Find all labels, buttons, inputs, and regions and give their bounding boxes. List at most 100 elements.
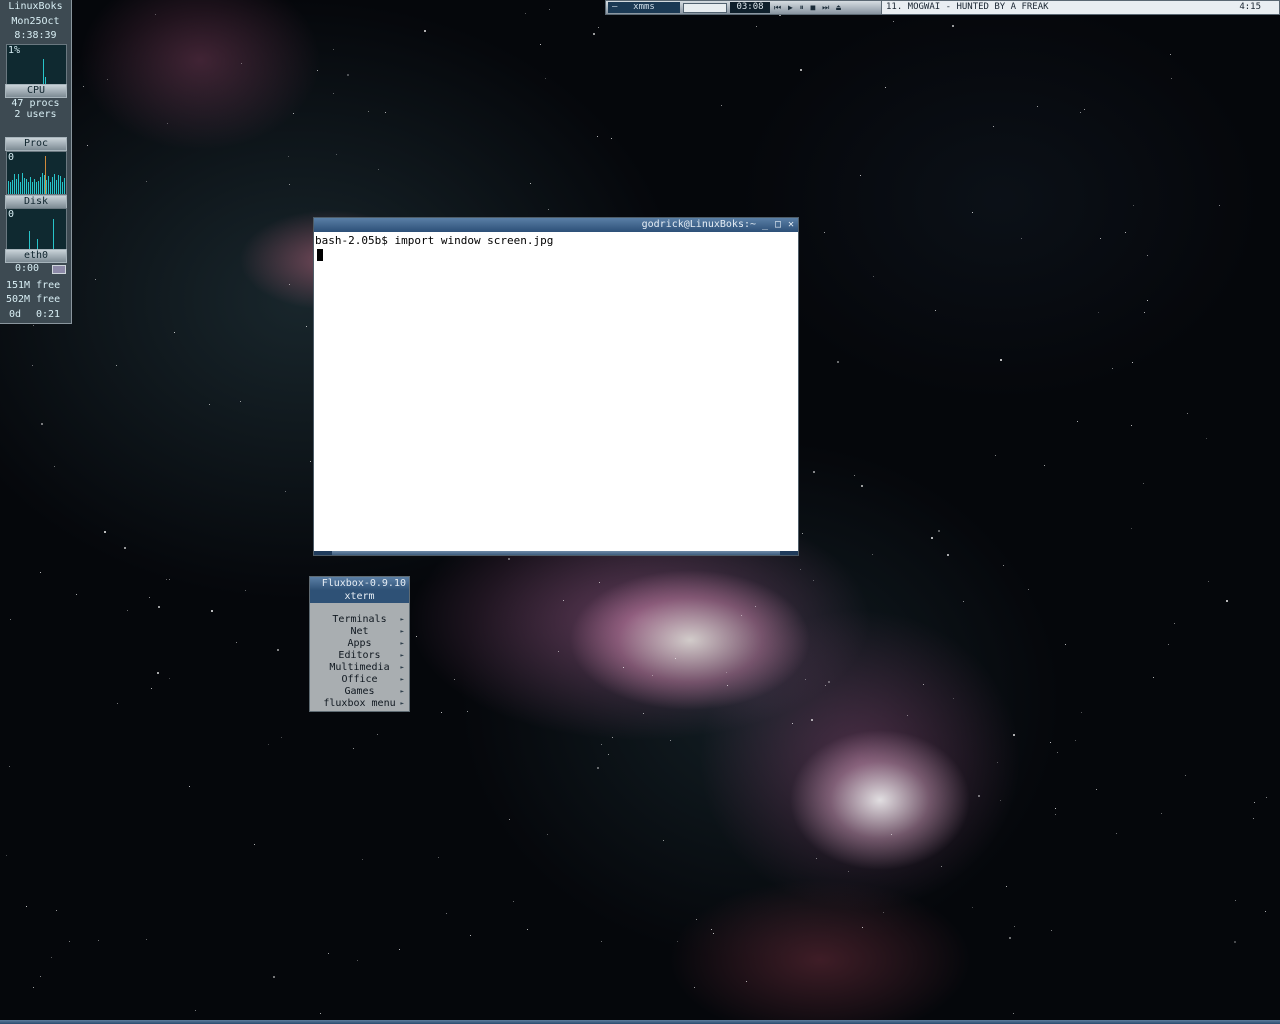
menu-item-label: fluxbox menu [323, 698, 396, 709]
resize-grip-right[interactable] [780, 551, 798, 555]
xterm-window[interactable]: godrick@LinuxBoks:~ _ □ ✕ bash-2.05b$ im… [313, 217, 799, 556]
proc-graph-bar [56, 180, 57, 194]
star [947, 554, 949, 556]
star [1077, 421, 1078, 422]
menu-item-editors[interactable]: Editors ► [310, 650, 409, 662]
menu-item-label: Games [344, 686, 375, 697]
cpu-graph[interactable]: 1% [6, 44, 67, 86]
star [549, 9, 550, 10]
xterm-handle[interactable] [314, 551, 798, 555]
fluxbox-root-menu[interactable]: Fluxbox-0.9.10 xterm Terminals ► Net ► App… [309, 576, 410, 712]
star [378, 169, 379, 170]
star [953, 698, 954, 699]
star [612, 737, 613, 738]
star [972, 907, 973, 908]
star [907, 715, 908, 716]
menu-item-label: Multimedia [329, 662, 390, 673]
proc-graph-bar [18, 174, 19, 194]
menu-item-apps[interactable]: Apps ► [310, 638, 409, 650]
star [83, 86, 84, 87]
star [741, 615, 742, 616]
close-button[interactable]: ✕ [785, 219, 797, 231]
star [800, 569, 801, 570]
star [1021, 238, 1022, 239]
star [1153, 677, 1154, 678]
star [336, 154, 337, 155]
star [289, 284, 290, 285]
star [124, 547, 126, 549]
xmms-transport-controls[interactable]: ⏮ ▶ ⏸ ■ ⏭ ⏏ [774, 1, 879, 14]
terminal-area[interactable]: bash-2.05b$ import window screen.jpg [315, 234, 795, 549]
star [155, 14, 156, 15]
proc-graph[interactable]: 0 [6, 151, 67, 195]
star [1161, 813, 1162, 814]
star [1235, 900, 1236, 901]
star [813, 471, 815, 473]
proc-graph-bar [50, 182, 51, 194]
cpu-label[interactable]: CPU [5, 84, 67, 98]
terminal-cursor [317, 249, 323, 261]
star [608, 754, 609, 755]
disk-graph[interactable]: 0 [6, 208, 67, 250]
star [362, 859, 363, 860]
star [95, 279, 96, 280]
xmms-song-display[interactable]: 11. MOGWAI - HUNTED BY A FREAK 4:15 [881, 0, 1280, 15]
star [320, 1013, 321, 1014]
proc-label[interactable]: Proc [5, 137, 67, 151]
star [1219, 205, 1220, 206]
star [938, 530, 940, 532]
star [416, 636, 417, 637]
star [862, 927, 863, 928]
proc-graph-bar [58, 175, 59, 194]
menu-item-xterm[interactable]: xterm [310, 590, 409, 603]
resize-grip-left[interactable] [314, 551, 332, 555]
star [268, 744, 269, 745]
star [51, 957, 52, 958]
star [548, 209, 549, 210]
star [1253, 818, 1254, 819]
xmms-player[interactable]: — xmms 03:08 ⏮ ▶ ⏸ ■ ⏭ ⏏ [605, 0, 882, 15]
star [236, 642, 237, 643]
star [54, 466, 55, 467]
star [941, 866, 942, 867]
star [825, 685, 826, 686]
menu-item-multimedia[interactable]: Multimedia ► [310, 662, 409, 674]
proc-graph-bar [42, 173, 43, 194]
menu-item-fluxbox-menu[interactable]: fluxbox menu ► [310, 698, 409, 710]
menu-item-terminals[interactable]: Terminals ► [310, 614, 409, 626]
star [540, 44, 541, 45]
star [1187, 413, 1188, 414]
disk-label[interactable]: Disk [5, 195, 67, 209]
net-label[interactable]: eth0 [5, 249, 67, 263]
xmms-titlebar[interactable]: — xmms [608, 2, 680, 13]
minimize-button[interactable]: _ [759, 219, 771, 231]
menu-item-office[interactable]: Office ► [310, 674, 409, 686]
toolbar-strip[interactable] [0, 1020, 1280, 1024]
proc-graph-bar [64, 178, 65, 194]
menu-item-games[interactable]: Games ► [310, 686, 409, 698]
star [117, 703, 118, 704]
proc-graph-bar [26, 179, 27, 194]
xmms-balance-slider[interactable] [683, 3, 727, 13]
menu-item-net[interactable]: Net ► [310, 626, 409, 638]
xmms-elapsed-time: 03:08 [730, 2, 770, 13]
star [883, 912, 884, 913]
submenu-arrow-icon: ► [400, 676, 404, 683]
maximize-button[interactable]: □ [772, 219, 784, 231]
star [385, 112, 386, 113]
star [158, 606, 160, 608]
uptime-time: 0:21 [36, 309, 61, 320]
xterm-titlebar[interactable]: godrick@LinuxBoks:~ _ □ ✕ [314, 218, 798, 232]
xmms-menu-icon[interactable]: — [612, 2, 617, 13]
star [209, 404, 210, 405]
star [1028, 589, 1029, 590]
submenu-arrow-icon: ► [400, 700, 404, 707]
proc-graph-bar [34, 179, 35, 194]
net-timer: 0:00 [14, 263, 40, 274]
proc-graph-bar [16, 179, 17, 194]
star [1171, 78, 1172, 79]
star [677, 941, 678, 942]
star [1003, 565, 1004, 566]
star [1185, 775, 1186, 776]
submenu-arrow-icon: ► [400, 688, 404, 695]
